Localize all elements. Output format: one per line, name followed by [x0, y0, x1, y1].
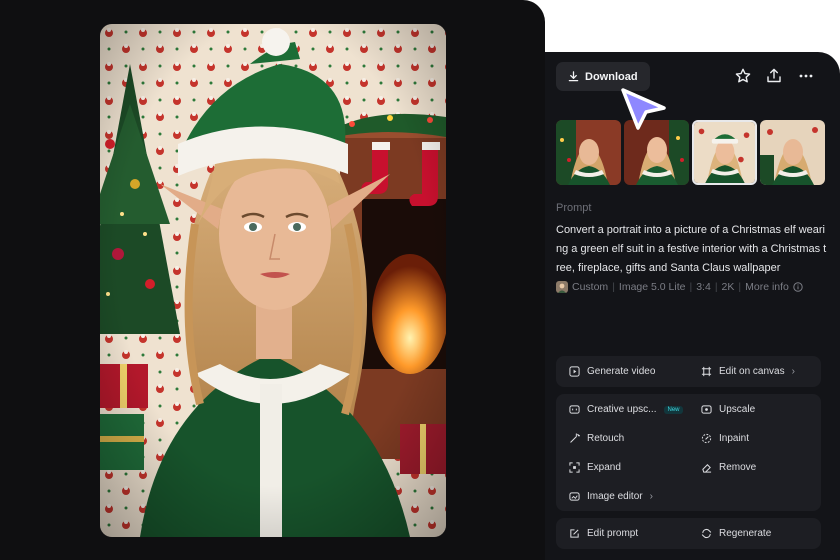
resolution-label: 2K: [721, 281, 735, 293]
thumbnail-variation-1[interactable]: [556, 120, 621, 185]
remove-label: Remove: [719, 462, 757, 473]
chevron-right-icon: ›: [649, 491, 653, 502]
prompt-text: Convert a portrait into a picture of a C…: [556, 224, 827, 274]
style-avatar-icon: [556, 281, 568, 293]
image-editor-button[interactable]: Image editor ›: [569, 491, 653, 502]
regenerate-icon: [701, 528, 712, 539]
remove-button[interactable]: Remove: [701, 462, 756, 473]
upscale-button[interactable]: Upscale: [701, 404, 755, 415]
creative-upscale-label: Creative upsc...: [587, 404, 657, 415]
star-icon[interactable]: [734, 67, 752, 85]
edit-prompt-button[interactable]: Edit prompt: [569, 528, 638, 539]
image-details-panel: Download Prompt Convert a portrait into …: [545, 52, 840, 560]
chevron-right-icon: ›: [791, 366, 795, 377]
more-horizontal-icon[interactable]: [797, 67, 815, 85]
regenerate-label: Regenerate: [719, 528, 772, 539]
expand-label: Expand: [587, 462, 621, 473]
edit-prompt-label: Edit prompt: [587, 528, 639, 539]
edit-prompt-icon: [570, 529, 579, 538]
image-edit-icon: [569, 492, 580, 501]
eraser-icon: [702, 464, 712, 473]
expand-button[interactable]: Expand: [569, 462, 621, 473]
play-icon: [569, 366, 580, 377]
style-label: Custom: [572, 281, 609, 293]
download-label: Download: [585, 70, 638, 83]
edit-on-canvas-label: Edit on canvas: [719, 366, 785, 377]
generated-elf-portrait[interactable]: [100, 24, 446, 537]
brush-icon: [701, 433, 712, 444]
info-icon[interactable]: [793, 282, 803, 292]
video-canvas-actions: Generate video Edit on canvas ›: [556, 356, 821, 387]
canvas-icon: [701, 366, 712, 377]
retouch-button[interactable]: Retouch: [569, 433, 624, 444]
edit-on-canvas-button[interactable]: Edit on canvas ›: [701, 366, 795, 377]
share-icon[interactable]: [765, 67, 783, 85]
prompt-actions: Edit prompt Regenerate: [556, 518, 821, 549]
generate-video-button[interactable]: Generate video: [569, 366, 655, 377]
expand-icon: [569, 462, 580, 473]
thumbnail-variation-4[interactable]: [760, 120, 825, 185]
magic-wand-icon: [570, 433, 580, 443]
image-editor-label: Image editor: [587, 491, 643, 502]
upscale-label: Upscale: [719, 404, 756, 415]
inpaint-label: Inpaint: [719, 433, 750, 444]
download-icon: [568, 71, 579, 82]
prompt-heading: Prompt: [556, 202, 592, 214]
model-label: Image 5.0 Lite: [618, 281, 686, 293]
inpaint-button[interactable]: Inpaint: [701, 433, 749, 444]
regenerate-button[interactable]: Regenerate: [701, 528, 771, 539]
image-edit-actions: Creative upsc... New Upscale Retouch Inp…: [556, 394, 821, 511]
hd-icon: [701, 405, 712, 414]
ratio-label: 3:4: [696, 281, 711, 293]
retouch-label: Retouch: [587, 433, 625, 444]
creative-upscale-button[interactable]: Creative upsc... New: [569, 404, 683, 415]
pointer-cursor-icon: [621, 88, 666, 130]
new-badge: New: [664, 405, 683, 414]
hd-plus-icon: [569, 405, 580, 414]
generation-meta: Custom | Image 5.0 Lite | 3:4 | 2K | Mor…: [556, 281, 803, 293]
thumbnail-variation-3[interactable]: [692, 120, 757, 185]
generate-video-label: Generate video: [587, 366, 656, 377]
more-info-link[interactable]: More info: [745, 281, 789, 293]
